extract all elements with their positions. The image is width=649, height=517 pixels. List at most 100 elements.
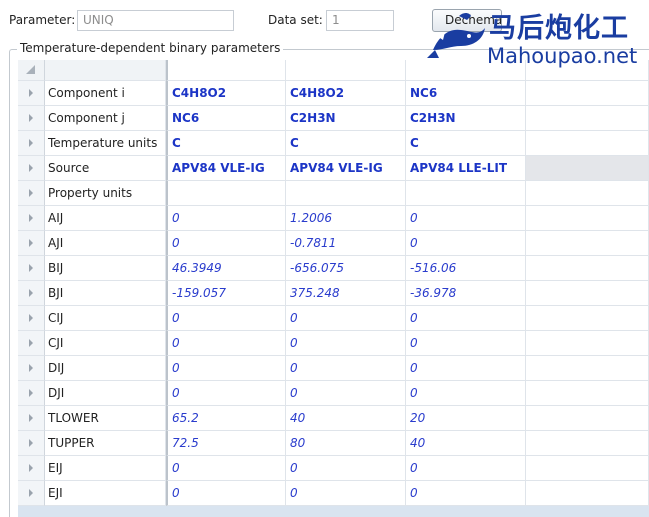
value-cell[interactable]: 0 bbox=[286, 381, 406, 406]
dataset-input[interactable]: 1 bbox=[326, 10, 394, 31]
value-cell[interactable]: C bbox=[286, 131, 406, 156]
row-selector[interactable] bbox=[18, 156, 45, 181]
value-cell[interactable]: 65.2 bbox=[166, 406, 286, 431]
row-selector[interactable] bbox=[18, 306, 45, 331]
table-row[interactable]: Source APV84 VLE-IG APV84 VLE-IG APV84 LLE-… bbox=[18, 156, 649, 181]
row-selector[interactable] bbox=[18, 481, 45, 506]
value-cell[interactable]: 20 bbox=[406, 406, 526, 431]
value-cell[interactable] bbox=[526, 456, 649, 481]
value-cell[interactable]: NC6 bbox=[166, 106, 286, 131]
value-cell[interactable]: 0 bbox=[286, 306, 406, 331]
row-selector[interactable] bbox=[18, 456, 45, 481]
header-column-1[interactable] bbox=[166, 60, 286, 81]
row-selector[interactable] bbox=[18, 206, 45, 231]
value-cell[interactable]: 40 bbox=[286, 406, 406, 431]
value-cell[interactable]: 0 bbox=[286, 331, 406, 356]
value-cell[interactable]: C bbox=[406, 131, 526, 156]
value-cell[interactable]: NC6 bbox=[406, 81, 526, 106]
value-cell[interactable]: 0 bbox=[166, 231, 286, 256]
value-cell[interactable]: 0 bbox=[406, 356, 526, 381]
table-row[interactable]: CIJ 0 0 0 bbox=[18, 306, 649, 331]
value-cell[interactable] bbox=[526, 281, 649, 306]
table-row[interactable]: EJI 0 0 0 bbox=[18, 481, 649, 506]
value-cell[interactable]: 0 bbox=[406, 231, 526, 256]
value-cell[interactable] bbox=[526, 206, 649, 231]
value-cell[interactable]: C4H8O2 bbox=[286, 81, 406, 106]
value-cell[interactable]: 0 bbox=[406, 381, 526, 406]
row-selector[interactable] bbox=[18, 431, 45, 456]
value-cell[interactable] bbox=[526, 306, 649, 331]
value-cell[interactable] bbox=[526, 81, 649, 106]
table-row[interactable]: BIJ 46.3949 -656.075 -516.06 bbox=[18, 256, 649, 281]
value-cell[interactable]: 0 bbox=[166, 356, 286, 381]
value-cell[interactable]: 40 bbox=[406, 431, 526, 456]
value-cell[interactable] bbox=[526, 356, 649, 381]
row-selector[interactable] bbox=[18, 231, 45, 256]
value-cell[interactable] bbox=[526, 331, 649, 356]
value-cell[interactable] bbox=[286, 181, 406, 206]
table-row[interactable]: DJI 0 0 0 bbox=[18, 381, 649, 406]
value-cell[interactable]: 0 bbox=[286, 481, 406, 506]
value-cell[interactable] bbox=[166, 181, 286, 206]
value-cell[interactable]: APV84 VLE-IG bbox=[166, 156, 286, 181]
table-row[interactable]: DIJ 0 0 0 bbox=[18, 356, 649, 381]
value-cell[interactable]: 80 bbox=[286, 431, 406, 456]
value-cell[interactable]: C bbox=[166, 131, 286, 156]
value-cell[interactable]: 375.248 bbox=[286, 281, 406, 306]
value-cell[interactable] bbox=[526, 431, 649, 456]
row-selector[interactable] bbox=[18, 356, 45, 381]
value-cell[interactable]: C4H8O2 bbox=[166, 81, 286, 106]
table-row[interactable]: AJI 0 -0.7811 0 bbox=[18, 231, 649, 256]
value-cell[interactable]: -0.7811 bbox=[286, 231, 406, 256]
value-cell[interactable]: C2H3N bbox=[286, 106, 406, 131]
value-cell[interactable]: 1.2006 bbox=[286, 206, 406, 231]
value-cell[interactable]: 72.5 bbox=[166, 431, 286, 456]
value-cell[interactable]: APV84 VLE-IG bbox=[286, 156, 406, 181]
value-cell[interactable]: -656.075 bbox=[286, 256, 406, 281]
value-cell[interactable]: -36.978 bbox=[406, 281, 526, 306]
value-cell[interactable] bbox=[526, 231, 649, 256]
row-selector[interactable] bbox=[18, 131, 45, 156]
value-cell[interactable]: -159.057 bbox=[166, 281, 286, 306]
value-cell[interactable] bbox=[406, 181, 526, 206]
value-cell[interactable] bbox=[526, 131, 649, 156]
row-selector[interactable] bbox=[18, 281, 45, 306]
value-cell[interactable]: 0 bbox=[286, 356, 406, 381]
value-cell[interactable]: 0 bbox=[406, 456, 526, 481]
value-cell[interactable]: 0 bbox=[286, 456, 406, 481]
row-selector[interactable] bbox=[18, 81, 45, 106]
value-cell[interactable]: -516.06 bbox=[406, 256, 526, 281]
select-all-corner[interactable] bbox=[18, 60, 45, 81]
table-row[interactable]: Component j NC6 C2H3N C2H3N bbox=[18, 106, 649, 131]
value-cell[interactable] bbox=[526, 381, 649, 406]
row-selector[interactable] bbox=[18, 256, 45, 281]
table-row[interactable]: EIJ 0 0 0 bbox=[18, 456, 649, 481]
parameter-input[interactable]: UNIQ bbox=[77, 10, 234, 31]
row-selector[interactable] bbox=[18, 106, 45, 131]
value-cell[interactable] bbox=[526, 106, 649, 131]
row-selector[interactable] bbox=[18, 331, 45, 356]
value-cell[interactable] bbox=[526, 156, 649, 181]
table-row[interactable]: TUPPER 72.5 80 40 bbox=[18, 431, 649, 456]
value-cell[interactable] bbox=[526, 181, 649, 206]
table-row[interactable]: Temperature units C C C bbox=[18, 131, 649, 156]
value-cell[interactable]: 0 bbox=[166, 456, 286, 481]
table-row[interactable]: TLOWER 65.2 40 20 bbox=[18, 406, 649, 431]
value-cell[interactable]: 0 bbox=[406, 331, 526, 356]
value-cell[interactable]: 0 bbox=[406, 206, 526, 231]
value-cell[interactable] bbox=[526, 481, 649, 506]
table-row[interactable]: Component i C4H8O2 C4H8O2 NC6 bbox=[18, 81, 649, 106]
table-row[interactable]: Property units bbox=[18, 181, 649, 206]
value-cell[interactable]: APV84 LLE-LIT bbox=[406, 156, 526, 181]
row-selector[interactable] bbox=[18, 406, 45, 431]
value-cell[interactable]: 0 bbox=[166, 331, 286, 356]
table-row[interactable]: AIJ 0 1.2006 0 bbox=[18, 206, 649, 231]
row-selector[interactable] bbox=[18, 381, 45, 406]
value-cell[interactable] bbox=[526, 256, 649, 281]
header-column-2[interactable] bbox=[286, 60, 406, 81]
value-cell[interactable]: 0 bbox=[166, 306, 286, 331]
value-cell[interactable]: 0 bbox=[406, 306, 526, 331]
value-cell[interactable]: C2H3N bbox=[406, 106, 526, 131]
value-cell[interactable]: 0 bbox=[166, 206, 286, 231]
row-selector[interactable] bbox=[18, 181, 45, 206]
